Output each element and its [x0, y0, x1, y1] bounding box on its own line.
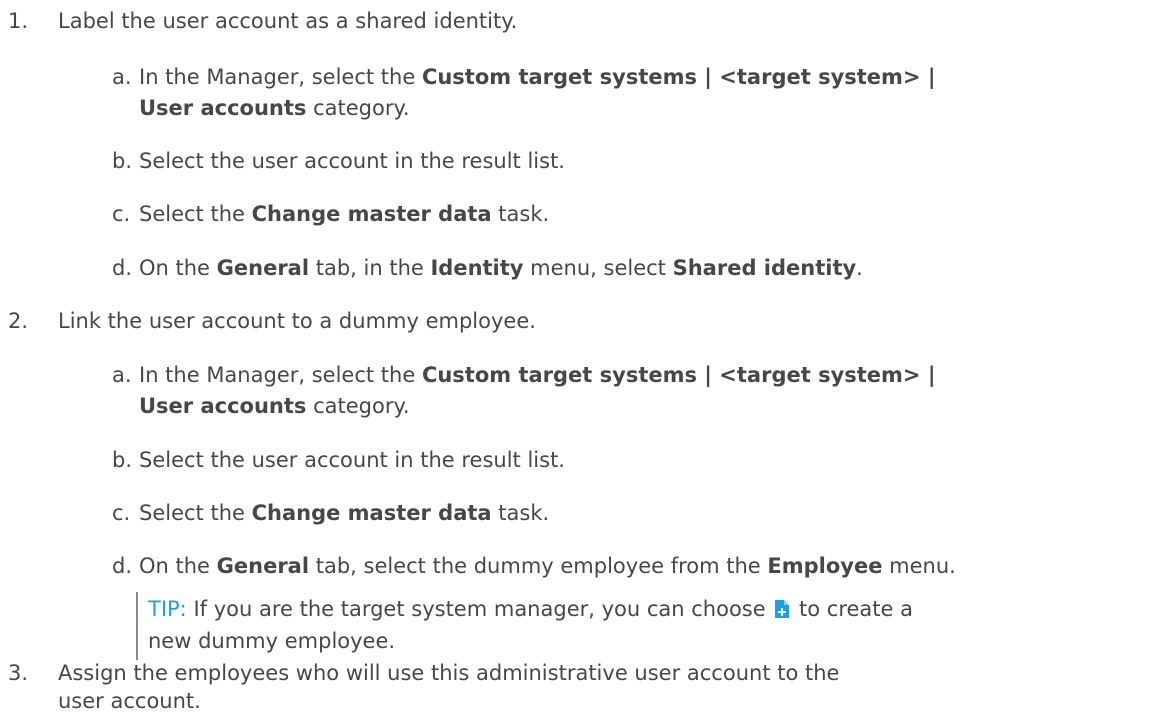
- step-2d-text: On the General tab, select the dummy emp…: [139, 554, 956, 578]
- step-3-line1: Assign the employees who will use this a…: [58, 661, 840, 685]
- tip-line1: TIP: If you are the target system manage…: [148, 597, 913, 621]
- step-2a-letter: a.: [112, 363, 132, 387]
- step-2d-letter: d.: [112, 554, 133, 578]
- add-document-icon: [774, 599, 790, 619]
- step-1-text: Label the user account as a shared ident…: [58, 9, 518, 33]
- step-2b-letter: b.: [112, 448, 133, 472]
- document-page: 1. Label the user account as a shared id…: [0, 0, 1163, 713]
- step-1c-text: Select the Change master data task.: [139, 202, 550, 226]
- tip-line2: new dummy employee.: [148, 629, 396, 653]
- step-1d-letter: d.: [112, 256, 133, 280]
- step-1a-letter: a.: [112, 65, 132, 89]
- step-1-number: 1.: [8, 9, 29, 33]
- step-3-number: 3.: [8, 661, 29, 685]
- step-1d-text: On the General tab, in the Identity menu…: [139, 256, 863, 280]
- step-2-text: Link the user account to a dummy employe…: [58, 309, 536, 333]
- step-2c-text: Select the Change master data task.: [139, 501, 550, 525]
- step-1a-line2: User accounts category.: [139, 96, 410, 120]
- step-1b-letter: b.: [112, 149, 133, 173]
- step-1b-text: Select the user account in the result li…: [139, 149, 565, 173]
- tip-label: TIP:: [148, 597, 187, 621]
- step-2b-text: Select the user account in the result li…: [139, 448, 565, 472]
- step-2a-line1: In the Manager, select the Custom target…: [139, 363, 936, 387]
- step-2a-line2: User accounts category.: [139, 394, 410, 418]
- step-3-line2: user account.: [58, 689, 201, 713]
- step-1a-line1: In the Manager, select the Custom target…: [139, 65, 936, 89]
- step-2-number: 2.: [8, 309, 29, 333]
- tip-bar: [136, 592, 138, 660]
- step-2c-letter: c.: [112, 501, 131, 525]
- step-1c-letter: c.: [112, 202, 131, 226]
